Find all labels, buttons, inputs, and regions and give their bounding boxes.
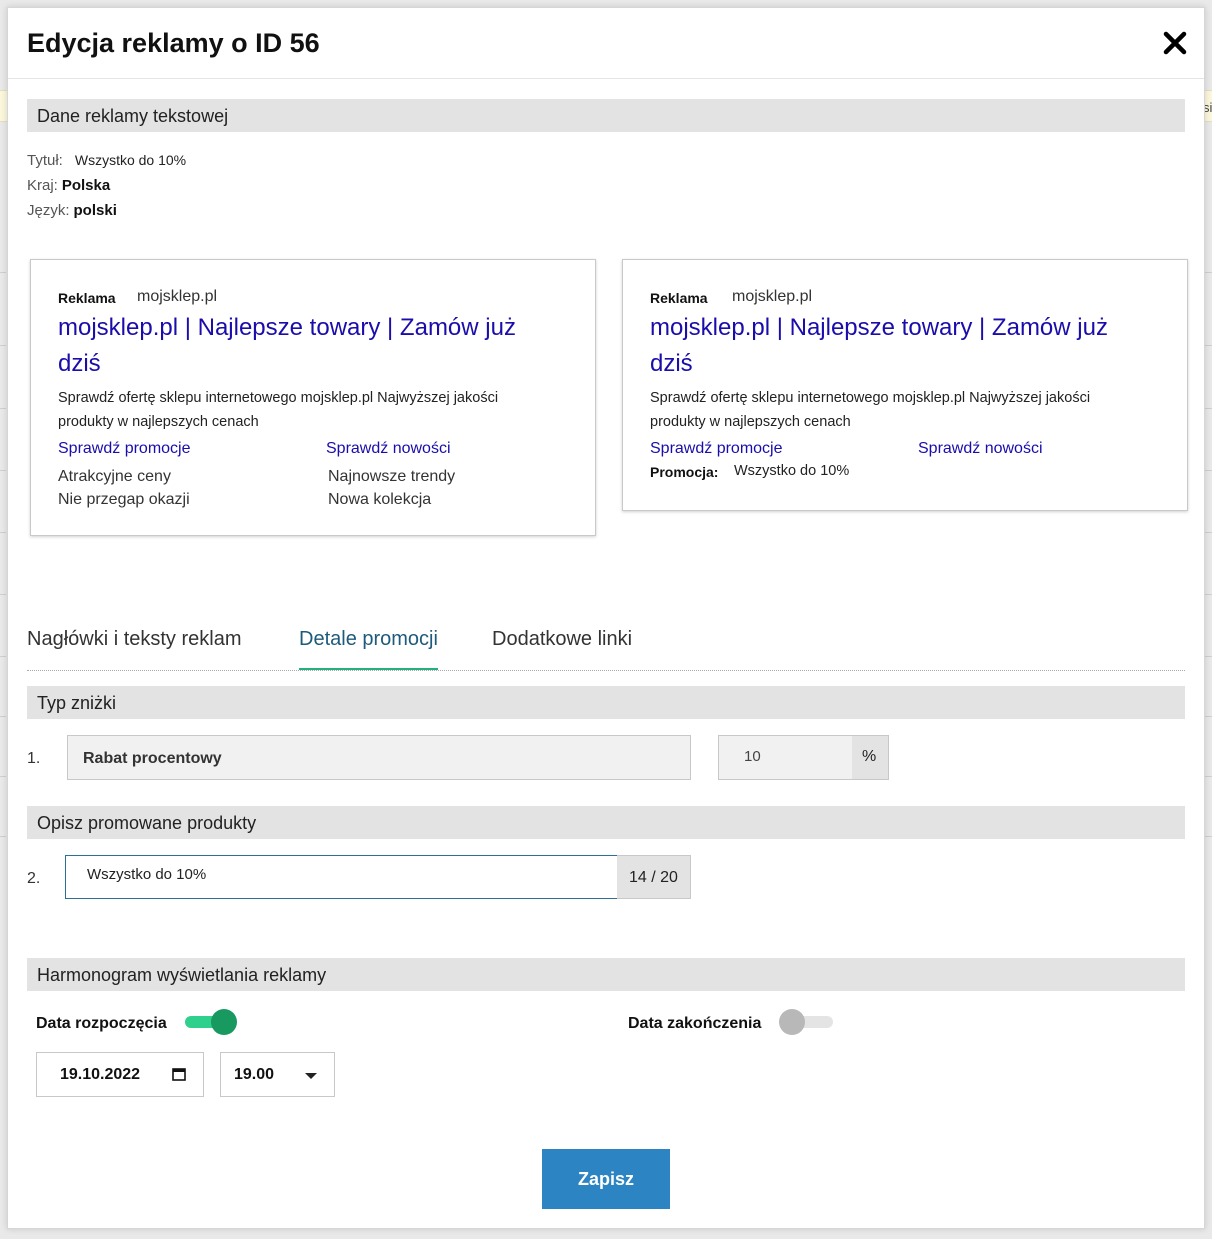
start-date-toggle[interactable] xyxy=(185,1008,239,1036)
ad-preview-card-promotion: Reklama mojsklep.pl mojsklep.pl | Najlep… xyxy=(622,259,1188,511)
percent-suffix: % xyxy=(852,735,889,780)
ad-preview-promo-value: Wszystko do 10% xyxy=(734,463,850,479)
row-number: 2. xyxy=(27,870,41,887)
ad-language-value: polski xyxy=(73,202,117,219)
toggle-knob xyxy=(211,1009,237,1035)
toggle-knob xyxy=(779,1009,805,1035)
tab-bar: Nagłówki i teksty reklam Detale promocji… xyxy=(27,618,1185,671)
products-section-heading: Opisz promowane produkty xyxy=(27,806,1185,839)
ad-preview-headline[interactable]: mojsklep.pl | Najlepsze towary | Zamów j… xyxy=(58,310,558,382)
close-icon[interactable] xyxy=(1160,28,1190,58)
end-date-toggle[interactable] xyxy=(779,1008,833,1036)
discount-type-field[interactable]: Rabat procentowy xyxy=(67,735,691,780)
background-divider xyxy=(0,836,6,837)
background-divider xyxy=(1204,532,1212,533)
background-divider xyxy=(1204,345,1212,346)
end-date-label: Data zakończenia xyxy=(628,1015,762,1032)
schedule-section-heading: Harmonogram wyświetlania reklamy xyxy=(27,958,1185,991)
ad-preview-tag: Reklama xyxy=(58,290,116,306)
ad-preview-sitelink-new[interactable]: Sprawdź nowości xyxy=(326,440,451,458)
start-time-value: 19.00 xyxy=(234,1066,275,1083)
background-divider xyxy=(0,594,6,595)
save-button[interactable]: Zapisz xyxy=(542,1149,670,1209)
background-divider xyxy=(1204,776,1212,777)
ad-title-label: Tytuł: xyxy=(27,152,63,169)
background-divider xyxy=(0,716,6,717)
character-counter: 14 / 20 xyxy=(617,855,691,899)
ad-title-row: Tytuł: Wszystko do 10% xyxy=(27,152,186,169)
ad-preview-domain: mojsklep.pl xyxy=(732,288,813,305)
background-divider xyxy=(1204,656,1212,657)
ad-country-row: Kraj: Polska xyxy=(27,177,110,194)
ad-preview-sitelink-desc: Najnowsze trendy xyxy=(328,468,456,485)
background-divider xyxy=(0,656,6,657)
row-number: 1. xyxy=(27,750,41,767)
ad-title-value: Wszystko do 10% xyxy=(74,152,187,168)
tab-headlines[interactable]: Nagłówki i teksty reklam xyxy=(27,628,242,670)
promoted-products-input[interactable]: Wszystko do 10% xyxy=(65,855,618,899)
ad-preview-sitelink-promotions[interactable]: Sprawdź promocje xyxy=(650,440,783,458)
ad-language-row: Język: polski xyxy=(27,202,117,219)
background-divider xyxy=(1204,594,1212,595)
background-divider xyxy=(0,470,6,471)
ad-country-label: Kraj: xyxy=(27,177,58,194)
ad-preview-sitelink-new[interactable]: Sprawdź nowości xyxy=(918,440,1043,458)
chevron-down-icon[interactable] xyxy=(304,1071,318,1081)
tab-promotion-details[interactable]: Detale promocji xyxy=(299,628,438,670)
ad-preview-sitelink-desc: Nie przegap okazji xyxy=(58,491,190,508)
ad-preview-promo-label: Promocja: xyxy=(650,464,719,480)
discount-type-heading: Typ zniżki xyxy=(27,686,1185,719)
start-date-value: 19.10.2022 xyxy=(60,1066,141,1083)
background-divider xyxy=(1204,272,1212,273)
ad-preview-card-links: Reklama mojsklep.pl mojsklep.pl | Najlep… xyxy=(30,259,596,536)
background-divider xyxy=(1204,716,1212,717)
background-divider xyxy=(0,408,6,409)
background-divider xyxy=(1204,836,1212,837)
modal-title: Edycja reklamy o ID 56 xyxy=(27,28,320,58)
modal-header: Edycja reklamy o ID 56 xyxy=(8,8,1204,79)
tab-additional-links[interactable]: Dodatkowe linki xyxy=(492,628,632,670)
text-ad-section-heading: Dane reklamy tekstowej xyxy=(27,99,1185,132)
background-divider xyxy=(1204,470,1212,471)
ad-preview-sitelink-desc: Nowa kolekcja xyxy=(328,491,432,508)
background-divider xyxy=(0,532,6,533)
background-divider xyxy=(0,345,6,346)
start-date-label: Data rozpoczęcia xyxy=(36,1015,167,1032)
ad-preview-description: Sprawdź ofertę sklepu internetowego mojs… xyxy=(58,390,499,430)
ad-country-value: Polska xyxy=(61,177,111,194)
discount-amount-input[interactable]: 10 xyxy=(718,735,853,780)
background-divider xyxy=(0,272,6,273)
ad-preview-headline[interactable]: mojsklep.pl | Najlepsze towary | Zamów j… xyxy=(650,310,1150,382)
edit-ad-modal: Edycja reklamy o ID 56 Dane reklamy teks… xyxy=(7,7,1205,1229)
ad-preview-tag: Reklama xyxy=(650,290,708,306)
ad-preview-domain: mojsklep.pl xyxy=(137,288,218,305)
background-divider xyxy=(0,776,6,777)
calendar-icon[interactable] xyxy=(172,1067,186,1081)
ad-preview-sitelink-desc: Atrakcyjne ceny xyxy=(58,468,171,485)
ad-language-label: Język: xyxy=(27,202,70,219)
ad-preview-description: Sprawdź ofertę sklepu internetowego mojs… xyxy=(650,390,1091,430)
background-divider xyxy=(1204,408,1212,409)
ad-preview-sitelink-promotions[interactable]: Sprawdź promocje xyxy=(58,440,191,458)
